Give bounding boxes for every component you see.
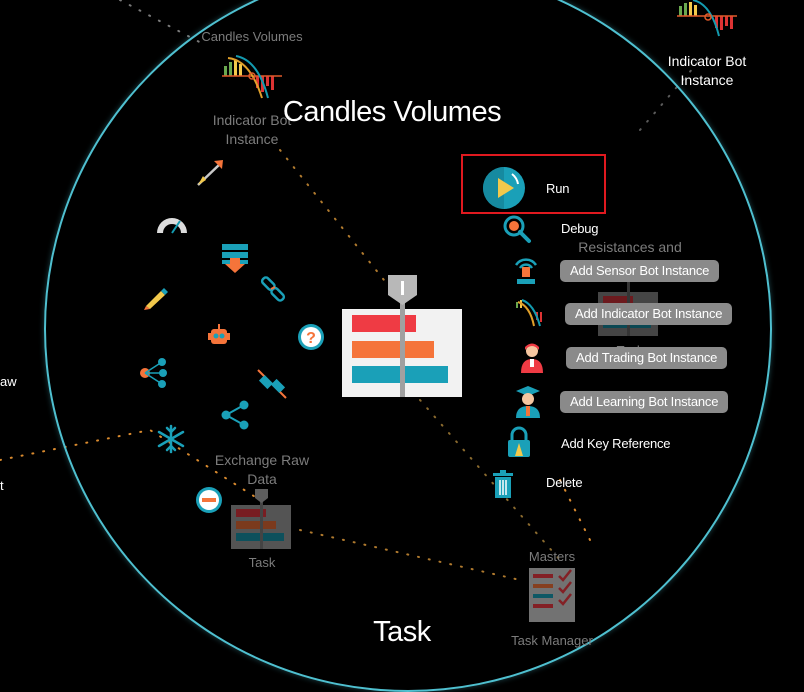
add-indicator-bot-instance-button[interactable]: Add Indicator Bot Instance: [565, 303, 733, 325]
broken-link-icon[interactable]: [258, 274, 288, 309]
task-manager-icon[interactable]: [527, 566, 577, 629]
network-hub-icon[interactable]: [136, 356, 168, 395]
indicator-small-icon[interactable]: [514, 298, 548, 333]
add-trading-bot-instance-button[interactable]: Add Trading Bot Instance: [566, 347, 728, 369]
trader-icon[interactable]: [518, 342, 546, 379]
padlock-icon[interactable]: [505, 426, 533, 463]
task-small-icon[interactable]: [231, 489, 293, 556]
bottom-title: Task: [373, 616, 431, 648]
pencil-icon[interactable]: [143, 286, 169, 315]
protractor-icon[interactable]: [155, 213, 189, 240]
svg-text:?: ?: [306, 330, 316, 347]
node-label-exchange-raw-data: Exchange Raw Data: [214, 452, 310, 487]
add-sensor-bot-instance-button[interactable]: Add Sensor Bot Instance: [560, 260, 720, 282]
run-icon[interactable]: [482, 166, 526, 215]
task-icon[interactable]: [342, 275, 464, 404]
menu-debug[interactable]: Debug: [561, 221, 599, 236]
node-label-candles-volumes: Candles Volumes: [201, 29, 303, 44]
center-title: Candles Volumes: [282, 96, 502, 128]
arrow-icon[interactable]: [194, 158, 226, 193]
node-label-indicator-bot-instance-top: Indicator Bot Instance: [667, 53, 747, 88]
robot-icon[interactable]: [205, 322, 233, 355]
debug-magnifier-icon[interactable]: [502, 214, 532, 249]
minus-circle-icon[interactable]: [194, 485, 224, 520]
snowflake-icon[interactable]: [156, 424, 186, 459]
node-label-task-manager: Task Manager: [511, 633, 593, 648]
node-label-task-bottom-left: Task: [248, 555, 276, 570]
node-label-resistances: Resistances and: [578, 239, 682, 255]
indicator-chart-top-icon[interactable]: [677, 0, 737, 43]
download-layers-icon[interactable]: [220, 242, 250, 279]
plug-connect-icon[interactable]: [256, 368, 288, 405]
add-learning-bot-instance-button[interactable]: Add Learning Bot Instance: [560, 391, 729, 413]
question-icon[interactable]: ?: [296, 322, 326, 357]
menu-delete[interactable]: Delete: [546, 475, 583, 490]
node-label-masters: Masters: [528, 549, 576, 564]
menu-run[interactable]: Run: [546, 181, 569, 196]
learner-icon[interactable]: [512, 385, 544, 424]
share-icon[interactable]: [220, 400, 250, 435]
sensor-icon[interactable]: [510, 255, 542, 292]
trash-icon[interactable]: [490, 469, 516, 504]
edge-label-t: t: [0, 478, 4, 493]
edge-label-aw: aw: [0, 374, 17, 389]
menu-add-key-reference[interactable]: Add Key Reference: [561, 436, 671, 451]
